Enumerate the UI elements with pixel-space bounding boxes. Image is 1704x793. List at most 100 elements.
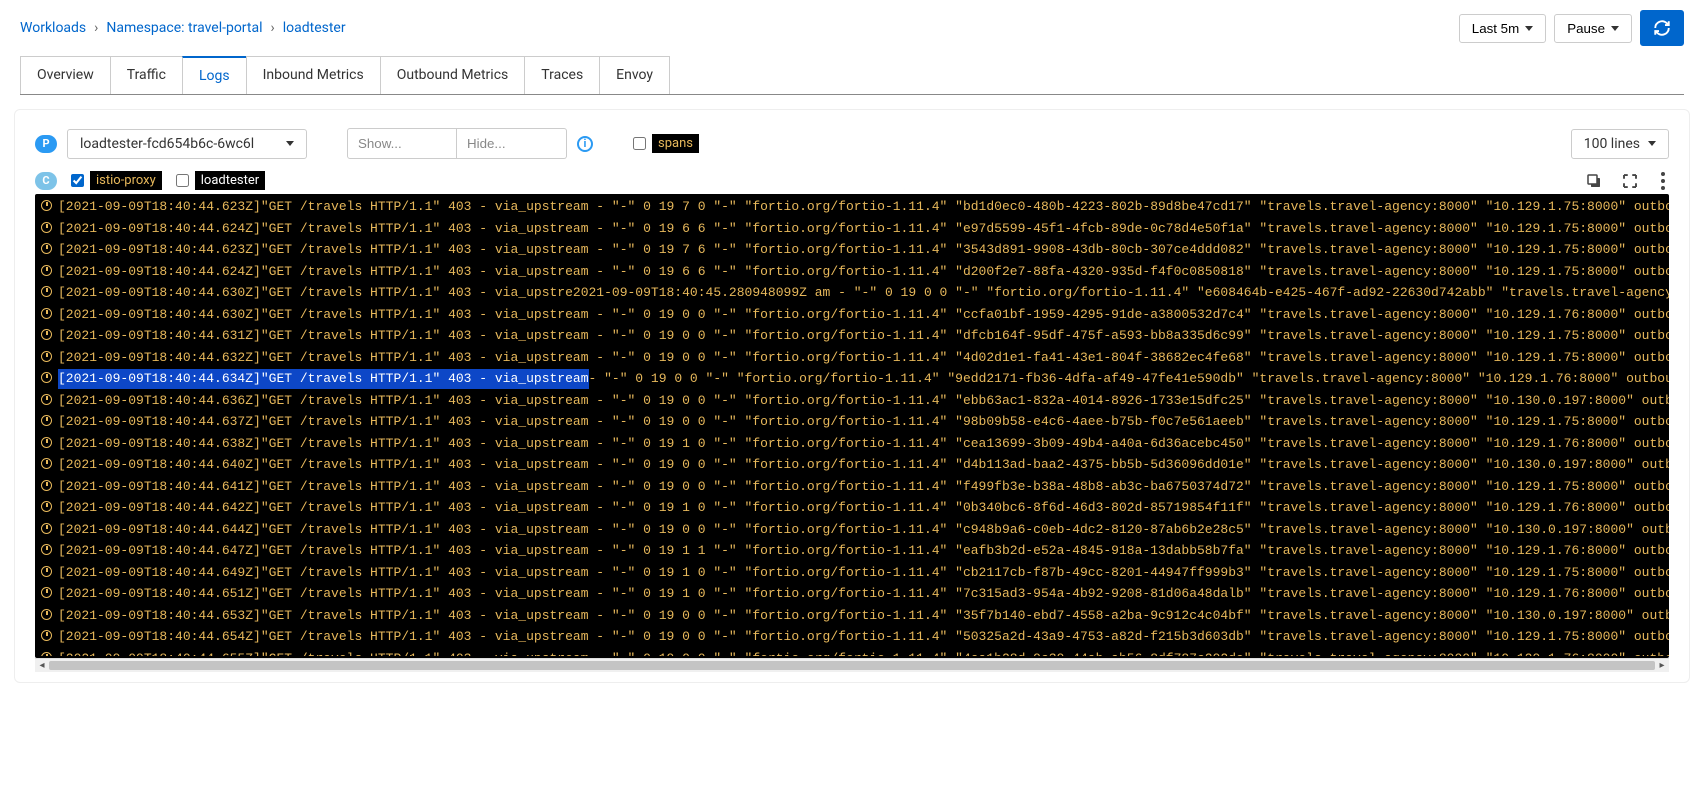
expand-icon[interactable]: [1621, 172, 1639, 190]
log-line[interactable]: [2021-09-09T18:40:44.638Z] "GET /travels…: [35, 433, 1669, 455]
tab-outbound-metrics[interactable]: Outbound Metrics: [380, 56, 526, 94]
scroll-right-icon[interactable]: ▸: [1655, 659, 1669, 672]
log-line[interactable]: [2021-09-09T18:40:44.655Z] "GET /travels…: [35, 648, 1669, 657]
istio-proxy-checkbox[interactable]: [71, 174, 84, 187]
log-line[interactable]: [2021-09-09T18:40:44.634Z] "GET /travels…: [35, 368, 1669, 390]
info-icon[interactable]: i: [577, 136, 593, 152]
log-line[interactable]: [2021-09-09T18:40:44.644Z] "GET /travels…: [35, 519, 1669, 541]
refresh-button[interactable]: [1640, 10, 1684, 46]
log-timestamp: [2021-09-09T18:40:44.634Z]: [58, 369, 261, 389]
clock-icon: [41, 587, 52, 598]
pod-badge: P: [35, 135, 57, 153]
log-line[interactable]: [2021-09-09T18:40:44.631Z] "GET /travels…: [35, 325, 1669, 347]
log-scroll[interactable]: [2021-09-09T18:40:44.623Z] "GET /travels…: [35, 196, 1669, 656]
clock-icon: [41, 652, 52, 657]
clock-icon: [41, 566, 52, 577]
lines-select[interactable]: 100 lines: [1571, 129, 1669, 159]
copy-icon[interactable]: [1585, 172, 1603, 190]
log-timestamp: [2021-09-09T18:40:44.636Z]: [58, 391, 261, 411]
log-line[interactable]: [2021-09-09T18:40:44.636Z] "GET /travels…: [35, 390, 1669, 412]
log-timestamp: [2021-09-09T18:40:44.623Z]: [58, 197, 261, 217]
breadcrumb-namespace[interactable]: Namespace: travel-portal: [106, 20, 262, 36]
log-msg: "GET /travels HTTP/1.1" 403 - via_upstre…: [261, 606, 1669, 626]
log-line[interactable]: [2021-09-09T18:40:44.623Z] "GET /travels…: [35, 239, 1669, 261]
log-timestamp: [2021-09-09T18:40:44.631Z]: [58, 326, 261, 346]
caret-down-icon: [1648, 141, 1656, 146]
log-line[interactable]: [2021-09-09T18:40:44.630Z] "GET /travels…: [35, 304, 1669, 326]
timerange-label: Last 5m: [1472, 21, 1519, 36]
clock-icon: [41, 544, 52, 555]
log-timestamp: [2021-09-09T18:40:44.654Z]: [58, 627, 261, 647]
clock-icon: [41, 222, 52, 233]
log-timestamp: [2021-09-09T18:40:44.640Z]: [58, 455, 261, 475]
log-msg: "GET /travels HTTP/1.1" 403 - via_upstre…: [261, 520, 1669, 540]
log-timestamp: [2021-09-09T18:40:44.649Z]: [58, 563, 261, 583]
log-msg: "GET /travels HTTP/1.1" 403 - via_upstre…: [261, 649, 1669, 657]
breadcrumb-workloads[interactable]: Workloads: [20, 20, 86, 36]
log-timestamp: [2021-09-09T18:40:44.644Z]: [58, 520, 261, 540]
log-line[interactable]: [2021-09-09T18:40:44.640Z] "GET /travels…: [35, 454, 1669, 476]
log-timestamp: [2021-09-09T18:40:44.624Z]: [58, 219, 261, 239]
clock-icon: [41, 308, 52, 319]
hide-filter-input[interactable]: [457, 128, 567, 159]
breadcrumb-leaf[interactable]: loadtester: [283, 20, 346, 36]
log-timestamp: [2021-09-09T18:40:44.653Z]: [58, 606, 261, 626]
timerange-select[interactable]: Last 5m: [1459, 14, 1546, 43]
log-msg: "GET /travels HTTP/1.1" 403 - via_upstre…: [261, 391, 1669, 411]
container-badge: C: [35, 172, 57, 190]
clock-icon: [41, 200, 52, 211]
log-line[interactable]: [2021-09-09T18:40:44.653Z] "GET /travels…: [35, 605, 1669, 627]
log-line[interactable]: [2021-09-09T18:40:44.651Z] "GET /travels…: [35, 583, 1669, 605]
pod-select[interactable]: loadtester-fcd654b6c-6wc6l: [67, 129, 307, 159]
log-line[interactable]: [2021-09-09T18:40:44.623Z] "GET /travels…: [35, 196, 1669, 218]
pause-select[interactable]: Pause: [1554, 14, 1632, 43]
log-msg-highlight: "GET /travels HTTP/1.1" 403 - via_upstre…: [261, 369, 589, 389]
log-msg: "GET /travels HTTP/1.1" 403 - via_upstre…: [261, 283, 1669, 303]
tab-traces[interactable]: Traces: [524, 56, 600, 94]
tab-logs[interactable]: Logs: [182, 56, 247, 94]
log-timestamp: [2021-09-09T18:40:44.642Z]: [58, 498, 261, 518]
refresh-icon: [1653, 19, 1671, 37]
clock-icon: [41, 501, 52, 512]
log-line[interactable]: [2021-09-09T18:40:44.654Z] "GET /travels…: [35, 626, 1669, 648]
log-msg: "GET /travels HTTP/1.1" 403 - via_upstre…: [261, 326, 1669, 346]
log-viewer: [2021-09-09T18:40:44.623Z] "GET /travels…: [35, 194, 1669, 658]
loadtester-checkbox[interactable]: [176, 174, 189, 187]
clock-icon: [41, 351, 52, 362]
log-line[interactable]: [2021-09-09T18:40:44.637Z] "GET /travels…: [35, 411, 1669, 433]
log-line[interactable]: [2021-09-09T18:40:44.632Z] "GET /travels…: [35, 347, 1669, 369]
log-line[interactable]: [2021-09-09T18:40:44.630Z] "GET /travels…: [35, 282, 1669, 304]
clock-icon: [41, 480, 52, 491]
log-timestamp: [2021-09-09T18:40:44.638Z]: [58, 434, 261, 454]
log-line[interactable]: [2021-09-09T18:40:44.641Z] "GET /travels…: [35, 476, 1669, 498]
spans-checkbox[interactable]: [633, 137, 646, 150]
tab-envoy[interactable]: Envoy: [599, 56, 670, 94]
kebab-menu[interactable]: [1657, 172, 1669, 190]
log-line[interactable]: [2021-09-09T18:40:44.642Z] "GET /travels…: [35, 497, 1669, 519]
log-line[interactable]: [2021-09-09T18:40:44.649Z] "GET /travels…: [35, 562, 1669, 584]
log-msg: - "-" 0 19 0 0 "-" "fortio.org/fortio-1.…: [589, 369, 1670, 389]
log-msg: "GET /travels HTTP/1.1" 403 - via_upstre…: [261, 584, 1669, 604]
clock-icon: [41, 523, 52, 534]
log-line[interactable]: [2021-09-09T18:40:44.624Z] "GET /travels…: [35, 218, 1669, 240]
chevron-right-icon: ›: [94, 20, 98, 36]
caret-down-icon: [286, 141, 294, 146]
breadcrumb: Workloads › Namespace: travel-portal › l…: [20, 20, 346, 36]
log-msg: "GET /travels HTTP/1.1" 403 - via_upstre…: [261, 305, 1669, 325]
log-timestamp: [2021-09-09T18:40:44.630Z]: [58, 283, 261, 303]
scroll-left-icon[interactable]: ◂: [35, 659, 49, 672]
tab-inbound-metrics[interactable]: Inbound Metrics: [246, 56, 381, 94]
show-filter-input[interactable]: [347, 128, 457, 159]
log-line[interactable]: [2021-09-09T18:40:44.624Z] "GET /travels…: [35, 261, 1669, 283]
log-line[interactable]: [2021-09-09T18:40:44.647Z] "GET /travels…: [35, 540, 1669, 562]
log-msg: "GET /travels HTTP/1.1" 403 - via_upstre…: [261, 627, 1669, 647]
scrollbar-thumb[interactable]: [49, 661, 1655, 670]
tab-traffic[interactable]: Traffic: [110, 56, 183, 94]
log-timestamp: [2021-09-09T18:40:44.624Z]: [58, 262, 261, 282]
tab-overview[interactable]: Overview: [20, 56, 111, 94]
log-msg: "GET /travels HTTP/1.1" 403 - via_upstre…: [261, 477, 1669, 497]
horizontal-scrollbar[interactable]: ◂ ▸: [35, 658, 1669, 672]
clock-icon: [41, 437, 52, 448]
clock-icon: [41, 265, 52, 276]
clock-icon: [41, 458, 52, 469]
